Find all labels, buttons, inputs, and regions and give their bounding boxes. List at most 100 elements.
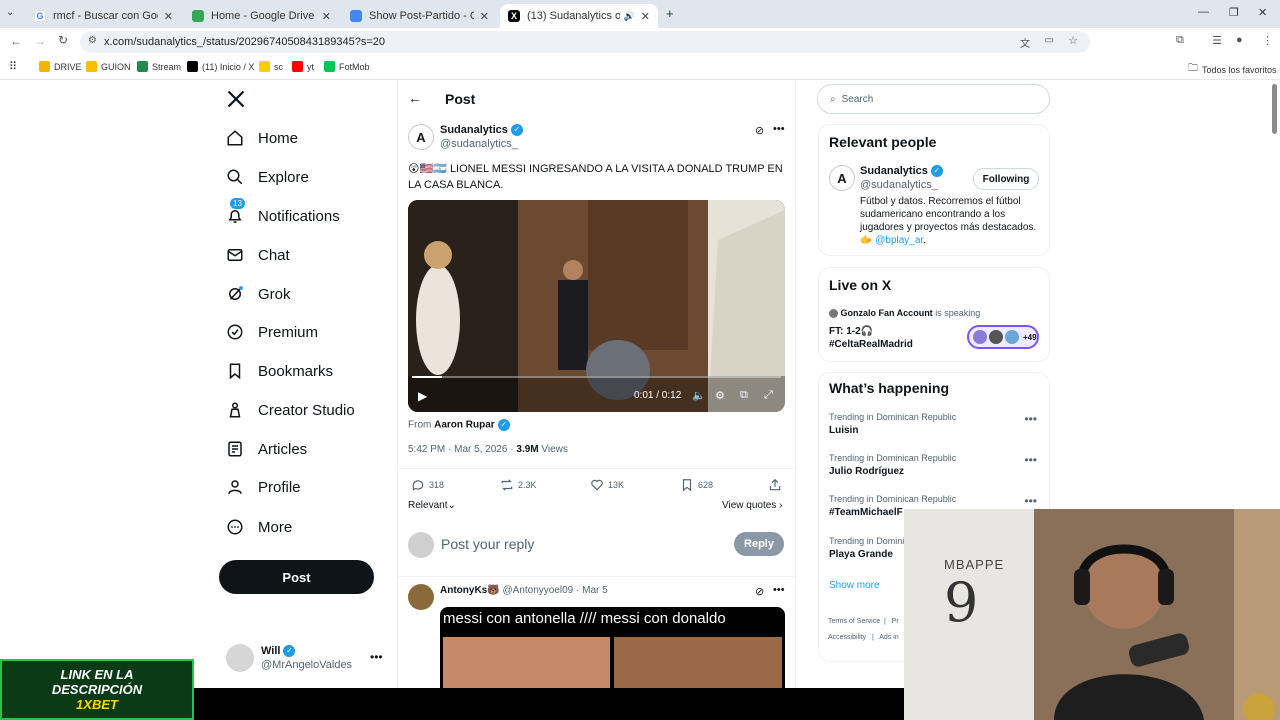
post-more-icon[interactable]: ••• <box>773 123 785 135</box>
grok-explain-icon[interactable]: ⊘ <box>755 585 764 598</box>
view-quotes-link[interactable]: View quotes › <box>722 500 782 511</box>
extensions-icon[interactable]: ⧉ <box>1176 34 1184 47</box>
url-input[interactable]: ⚙ x.com/sudanalytics_/status/20296740508… <box>80 31 1090 53</box>
person-avatar[interactable]: A <box>829 165 855 191</box>
live-space-title[interactable]: FT: 1-2🎧 #CeltaRealMadrid <box>829 325 913 351</box>
like-action[interactable]: 13K <box>590 478 624 492</box>
star-icon[interactable]: ☆ <box>1068 34 1078 47</box>
reply-button[interactable]: Reply <box>734 532 784 556</box>
close-icon[interactable]: ✕ <box>322 10 331 23</box>
restore-button[interactable]: ❐ <box>1229 6 1239 19</box>
apps-icon[interactable]: ⠿ <box>9 60 17 73</box>
fullscreen-icon[interactable]: ⤢ <box>764 389 773 402</box>
repost-action[interactable]: 2.3K <box>500 478 537 492</box>
footer-links-1[interactable]: Terms of Service | Pr <box>828 618 899 625</box>
reply-author-avatar[interactable] <box>408 584 434 610</box>
bookmark-sc[interactable]: sc <box>259 61 283 72</box>
bookmark-x[interactable]: (11) Inicio / X <box>187 61 254 72</box>
bookmark-guion[interactable]: GUION <box>86 61 131 72</box>
nav-chat[interactable]: Chat <box>226 241 290 269</box>
nav-creator-studio[interactable]: Creator Studio <box>226 396 355 424</box>
sort-dropdown[interactable]: Relevant⌄ <box>408 500 456 511</box>
volume-icon[interactable]: 🔈 <box>692 389 706 402</box>
space-title-line1: FT: 1-2🎧 <box>829 326 874 337</box>
post-timestamp[interactable]: 5:42 PM · Mar 5, 2026 · <box>408 444 516 455</box>
grok-explain-icon[interactable]: ⊘ <box>755 124 764 137</box>
pip-icon[interactable]: ⧉ <box>740 389 748 402</box>
window-close-button[interactable]: ✕ <box>1258 6 1267 19</box>
reply-action[interactable]: 318 <box>411 478 444 492</box>
tab-1[interactable]: G rmcf - Buscar con Google ✕ <box>26 4 181 28</box>
bookmark-stream[interactable]: Stream <box>137 61 181 72</box>
video-progress-track[interactable] <box>412 376 781 378</box>
browser-tab-bar: ⌄ G rmcf - Buscar con Google ✕ Home - Go… <box>0 0 1280 28</box>
nav-grok[interactable]: Grok <box>226 280 291 308</box>
nav-bookmarks[interactable]: Bookmarks <box>226 357 333 385</box>
share-action[interactable] <box>768 478 782 492</box>
trend-more-icon[interactable]: ••• <box>1024 412 1037 426</box>
x-logo[interactable] <box>226 89 246 109</box>
trend-more-icon[interactable]: ••• <box>1024 453 1037 467</box>
video-player[interactable]: ▶ 0:01 / 0:12 🔈 ⚙ ⧉ ⤢ <box>408 200 785 412</box>
avatar[interactable] <box>226 644 254 672</box>
nav-premium[interactable]: Premium <box>226 318 318 346</box>
minimize-button[interactable]: — <box>1198 6 1209 18</box>
trend-item[interactable]: Trending in Dominican Republic Julio Rod… <box>829 453 1039 477</box>
translate-icon[interactable]: 文 <box>1020 35 1030 50</box>
nav-more[interactable]: More <box>226 513 292 541</box>
show-more-link[interactable]: Show more <box>829 580 880 591</box>
reply-input[interactable]: Post your reply <box>441 536 534 552</box>
account-more-icon[interactable]: ••• <box>370 650 383 664</box>
bookmark-yt[interactable]: yt <box>292 61 314 72</box>
reading-list-icon[interactable]: ☰ <box>1212 34 1222 47</box>
live-listeners[interactable]: +49 <box>967 325 1039 349</box>
tab-search-icon[interactable]: ⌄ <box>6 7 14 18</box>
bookmark-drive[interactable]: DRIVE <box>39 61 82 72</box>
site-info-icon[interactable]: ⚙ <box>88 35 97 46</box>
profile-avatar-icon[interactable]: ● <box>1236 34 1243 46</box>
account-switcher[interactable]: Will ✓ @MrAngeloValdes <box>261 645 352 671</box>
bookmark-fotmob[interactable]: FotMob <box>324 61 370 72</box>
nav-profile[interactable]: Profile <box>226 473 301 501</box>
live-title: Live on X <box>829 277 892 293</box>
reload-icon[interactable]: ↻ <box>58 33 68 47</box>
reply-more-icon[interactable]: ••• <box>773 584 785 596</box>
cast-icon[interactable]: ▭ <box>1045 35 1054 46</box>
nav-home[interactable]: Home <box>226 124 298 152</box>
author-block[interactable]: Sudanalytics ✓ @sudanalytics_ <box>440 124 523 150</box>
search-input[interactable]: ⌕ Search <box>817 84 1050 114</box>
person-identity[interactable]: Sudanalytics ✓ @sudanalytics_ <box>860 165 943 191</box>
following-button[interactable]: Following <box>973 168 1039 190</box>
bio-link[interactable]: @bplay_ar <box>875 235 923 246</box>
live-host[interactable]: Gonzalo Fan Account is speaking <box>829 308 980 319</box>
close-icon[interactable]: ✕ <box>641 10 650 23</box>
source-author[interactable]: Aaron Rupar <box>434 420 495 431</box>
tab-3[interactable]: Show Post-Partido - Google Do ✕ <box>342 4 497 28</box>
all-bookmarks[interactable]: 🗀 Todos los favoritos <box>1188 61 1277 78</box>
footer-links-2[interactable]: Accessibility | Ads in <box>828 634 899 641</box>
menu-icon[interactable]: ⋮ <box>1262 34 1273 47</box>
new-tab-button[interactable]: + <box>666 6 674 21</box>
post-button[interactable]: Post <box>219 560 374 594</box>
back-arrow-icon[interactable]: ← <box>408 90 422 106</box>
close-icon[interactable]: ✕ <box>164 10 173 23</box>
trend-item[interactable]: Trending in Dominican Republic Luisin <box>829 412 1039 436</box>
play-icon[interactable]: ▶ <box>418 389 427 403</box>
close-icon[interactable]: ✕ <box>480 10 489 23</box>
audio-icon[interactable]: 🔊 <box>624 11 635 22</box>
author-avatar[interactable]: A <box>408 124 434 150</box>
nav-notifications[interactable]: Notifications 13 <box>226 198 340 230</box>
nav-explore[interactable]: Explore <box>226 163 309 191</box>
person-bio: Fútbol y datos. Recorremos el fútbol sud… <box>860 195 1040 247</box>
nav-articles[interactable]: Articles <box>226 435 307 463</box>
tab-4-active[interactable]: X (13) Sudanalytics on X: " 🔊 ✕ <box>500 4 658 28</box>
trend-more-icon[interactable]: ••• <box>1024 494 1037 508</box>
tab-2[interactable]: Home - Google Drive ✕ <box>184 4 339 28</box>
reply-meme-image[interactable]: messi con antonella //// messi con donal… <box>440 607 785 697</box>
forward-icon[interactable]: → <box>34 34 46 48</box>
reply-author[interactable]: AntonyKs🐻 @Antonyyoel09 · Mar 5 <box>440 585 608 596</box>
page-scrollbar[interactable] <box>1272 84 1277 134</box>
bookmark-action[interactable]: 628 <box>680 478 713 492</box>
back-icon[interactable]: ← <box>10 34 22 48</box>
settings-icon[interactable]: ⚙ <box>715 389 725 402</box>
